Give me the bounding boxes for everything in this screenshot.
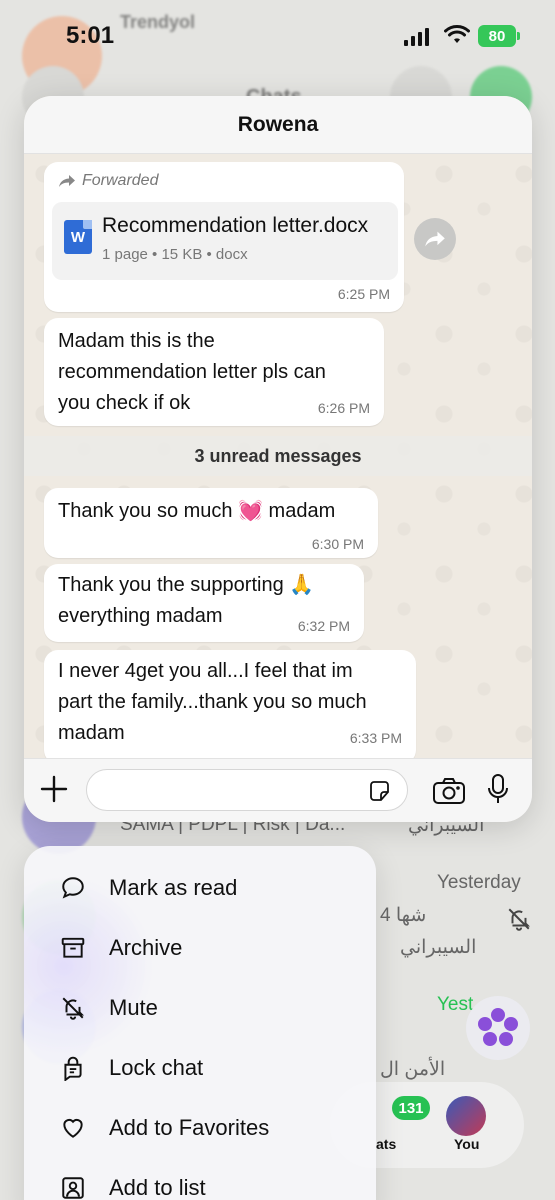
lock-chat-icon <box>60 1055 86 1081</box>
menu-item-mark-as-read[interactable]: Mark as read <box>24 858 376 918</box>
forward-arrow-icon <box>59 175 75 187</box>
heart-icon <box>60 1115 86 1141</box>
menu-item-label: Mute <box>109 995 158 1020</box>
background-row-snippet-arabic: السيبراني <box>400 937 477 958</box>
wifi-icon <box>444 25 470 50</box>
mute-icon <box>506 906 532 937</box>
forward-share-button[interactable] <box>414 218 456 260</box>
nav-chats-label[interactable]: ats <box>376 1136 396 1152</box>
signal-icon <box>404 28 429 46</box>
message-line: Madam this is the <box>58 330 215 352</box>
sticker-icon[interactable] <box>368 779 392 803</box>
forwarded-label: Forwarded <box>58 172 158 190</box>
add-to-list-icon <box>60 1175 86 1200</box>
menu-item-archive[interactable]: Archive <box>24 918 376 978</box>
message-line: I never 4get you all...I feel that im <box>58 660 353 682</box>
contact-name: Rowena <box>237 112 319 136</box>
menu-item-label: Archive <box>109 935 183 960</box>
message-line: Thank you the supporting 🙏 <box>58 574 315 596</box>
menu-item-label: Mark as read <box>109 875 238 900</box>
document-card[interactable]: W Recommendation letter.docx 1 page • 15… <box>52 202 398 280</box>
menu-item-lock-chat[interactable]: Lock chat <box>24 1038 376 1098</box>
menu-item-label: Add to list <box>109 1175 206 1200</box>
chat-preview[interactable]: Rowena Forwarded W Recommendation letter… <box>24 96 532 822</box>
status-bar: 5:01 80 <box>0 0 555 70</box>
background-row-time: Yest <box>437 994 474 1015</box>
message-time: 6:32 PM <box>297 618 350 634</box>
document-message-bubble[interactable]: Forwarded W Recommendation letter.docx 1… <box>44 162 404 312</box>
message-time: 6:30 PM <box>311 536 364 552</box>
message-list[interactable]: Forwarded W Recommendation letter.docx 1… <box>24 154 532 758</box>
nav-you-label[interactable]: You <box>454 1136 479 1152</box>
message-bubble[interactable]: Madam this is the recommendation letter … <box>44 318 384 426</box>
avatar[interactable] <box>446 1096 486 1136</box>
camera-icon[interactable] <box>432 777 466 805</box>
background-row-time: Yesterday <box>437 872 521 893</box>
message-time: 6:26 PM <box>317 400 370 416</box>
message-bubble[interactable]: I never 4get you all...I feel that im pa… <box>44 650 416 758</box>
bell-slash-icon <box>60 995 86 1021</box>
forwarded-text: Forwarded <box>82 172 159 189</box>
message-time: 6:25 PM <box>337 286 390 302</box>
menu-item-add-to-list[interactable]: Add to list <box>24 1158 376 1200</box>
message-bubble[interactable]: Thank you the supporting 🙏 everything ma… <box>44 564 364 642</box>
battery-indicator: 80 <box>478 25 520 47</box>
message-line: recommendation letter pls can <box>58 361 326 383</box>
message-input[interactable] <box>86 769 408 811</box>
unread-messages-banner: 3 unread messages <box>24 436 532 476</box>
flower-icon <box>478 1008 518 1048</box>
background-row-snippet-arabic: 4 شها <box>380 905 427 926</box>
menu-item-label: Add to Favorites <box>109 1115 270 1140</box>
message-line: part the family...thank you so much <box>58 691 367 713</box>
plus-icon[interactable] <box>38 773 70 805</box>
archive-icon <box>60 935 86 961</box>
chat-context-menu: Mark as read Archive Mute Lock chat Add … <box>24 846 376 1200</box>
message-time: 6:33 PM <box>349 730 402 746</box>
composer-bar <box>24 758 532 822</box>
document-name: Recommendation letter.docx <box>102 214 369 237</box>
menu-item-label: Lock chat <box>109 1055 204 1080</box>
word-document-icon: W <box>64 220 92 254</box>
message-bubble[interactable]: Thank you so much 💓 madam 6:30 PM <box>44 488 378 558</box>
forward-arrow-icon <box>425 231 445 247</box>
message-line: Thank you so much 💓 madam <box>58 500 336 522</box>
status-time: 5:01 <box>66 22 115 49</box>
document-meta: 1 page • 15 KB • docx <box>102 246 248 263</box>
menu-item-mute[interactable]: Mute <box>24 978 376 1038</box>
chat-bubble-icon <box>60 875 86 901</box>
chat-header: Rowena <box>24 96 532 154</box>
background-row-snippet-arabic: الأمن ال <box>380 1059 446 1080</box>
chats-unread-badge: 131 <box>392 1096 430 1120</box>
microphone-icon[interactable] <box>486 773 510 812</box>
meta-ai-button[interactable] <box>466 996 530 1060</box>
menu-item-add-to-favorites[interactable]: Add to Favorites <box>24 1098 376 1158</box>
